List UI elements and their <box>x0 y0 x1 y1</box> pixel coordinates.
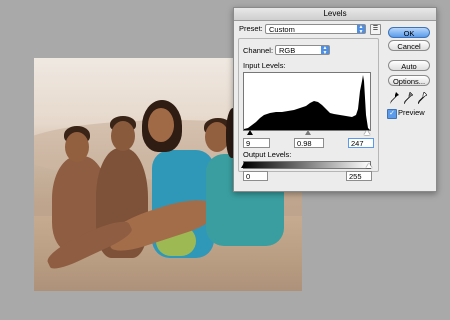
preview-label: Preview <box>398 108 425 117</box>
output-black-field[interactable]: 0 <box>243 171 268 181</box>
gray-eyedropper-icon[interactable] <box>404 92 413 104</box>
chevron-down-icon: ▲ ▼ <box>357 24 365 35</box>
channel-value: RGB <box>279 46 296 55</box>
ok-button[interactable]: OK <box>388 27 430 38</box>
preset-value: Custom <box>269 25 295 34</box>
output-white-slider[interactable] <box>366 163 372 168</box>
output-black-slider[interactable] <box>241 163 247 168</box>
output-white-field[interactable]: 255 <box>346 171 372 181</box>
preset-options-icon[interactable]: ☰ <box>370 24 381 35</box>
options-button[interactable]: Options... <box>388 75 430 86</box>
histogram <box>243 72 371 131</box>
white-eyedropper-icon[interactable] <box>418 92 427 104</box>
black-eyedropper-icon[interactable] <box>390 92 399 104</box>
photo-head-2 <box>111 121 135 151</box>
input-black-field[interactable]: 9 <box>243 138 270 148</box>
channel-label: Channel: <box>243 46 274 55</box>
histogram-graph <box>244 75 370 130</box>
cancel-button[interactable]: Cancel <box>388 40 430 51</box>
input-gamma-slider[interactable] <box>305 130 311 135</box>
photo-head-1 <box>65 132 89 162</box>
chevron-down-icon: ▲ ▼ <box>321 45 329 56</box>
input-white-field[interactable]: 247 <box>348 138 374 148</box>
channel-select[interactable]: RGB ▲ ▼ <box>275 45 330 56</box>
input-black-slider[interactable] <box>247 130 253 135</box>
photo-head-3 <box>148 108 174 142</box>
output-levels-label: Output Levels: <box>243 150 292 159</box>
dialog-title[interactable]: Levels <box>234 8 436 21</box>
levels-dialog: Levels Preset: Custom ▲ ▼ ☰ Channel: RGB … <box>233 7 437 192</box>
output-gradient <box>243 161 371 169</box>
preview-checkbox[interactable]: ✓ <box>387 109 397 119</box>
input-gamma-field[interactable]: 0.98 <box>294 138 324 148</box>
auto-button[interactable]: Auto <box>388 60 430 71</box>
preset-select[interactable]: Custom ▲ ▼ <box>265 24 366 35</box>
input-white-slider[interactable] <box>364 130 370 135</box>
preset-label: Preset: <box>239 24 263 33</box>
input-levels-label: Input Levels: <box>243 61 286 70</box>
